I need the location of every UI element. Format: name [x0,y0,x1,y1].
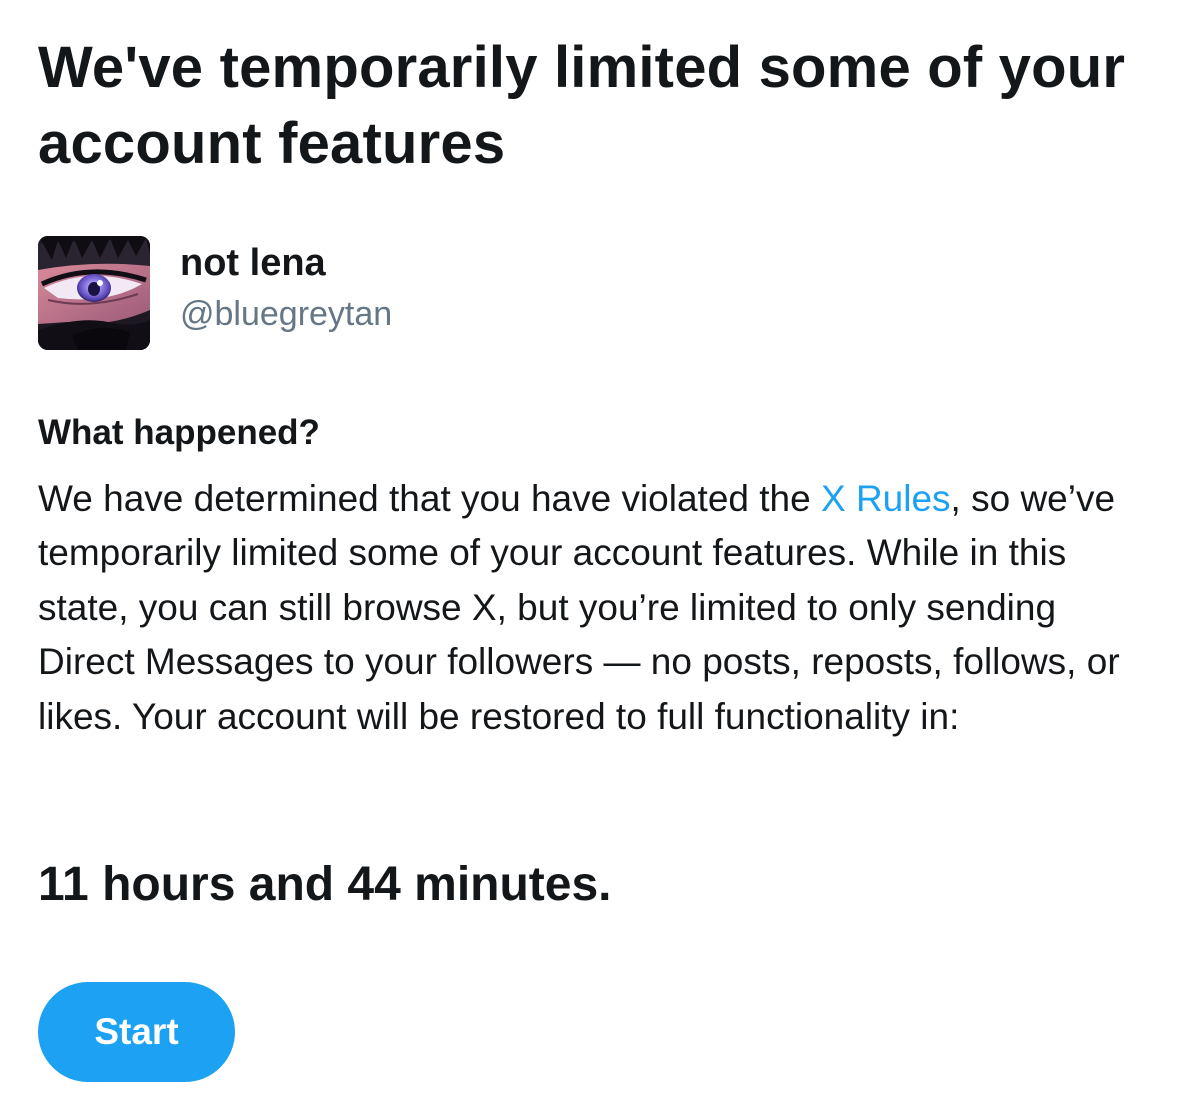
user-card: not lena @bluegreytan [38,236,638,352]
user-handle: @bluegreytan [180,295,393,333]
what-happened-heading: What happened? [38,413,320,452]
notice-body: We have determined that you have violate… [38,472,1148,744]
anime-eye-avatar-icon [38,236,150,350]
start-button[interactable]: Start [38,982,235,1082]
page-title: We've temporarily limited some of your a… [38,35,1126,176]
x-rules-link[interactable]: X Rules [821,478,951,519]
display-name: not lena [180,242,326,284]
restriction-countdown: 11 hours and 44 minutes. [38,858,612,911]
avatar [38,236,150,350]
notice-body-start: We have determined that you have violate… [38,478,821,519]
